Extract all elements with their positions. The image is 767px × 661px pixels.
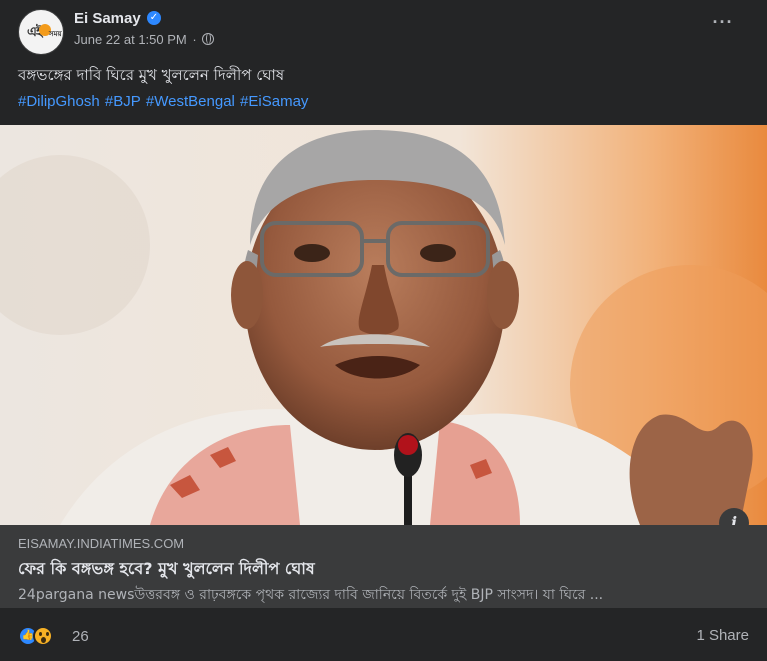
hashtag-link[interactable]: #DilipGhosh (18, 93, 100, 110)
post-header: এই সময় Ei Samay ✓ June 22 at 1:50 PM · … (16, 8, 751, 55)
hashtags: #DilipGhosh #BJP #WestBengal #EiSamay (18, 93, 309, 110)
post-meta: June 22 at 1:50 PM · (74, 32, 215, 47)
verified-badge-icon: ✓ (147, 11, 161, 25)
link-title[interactable]: ফের কি বঙ্গভঙ্গ হবে? মুখ খুললেন দিলীপ ঘো… (18, 556, 315, 583)
facebook-post: এই সময় Ei Samay ✓ June 22 at 1:50 PM · … (0, 0, 767, 661)
more-horizontal-icon[interactable]: ··· (709, 13, 737, 42)
post-text: বঙ্গভঙ্গের দাবি ঘিরে মুখ খুললেন দিলীপ ঘো… (18, 66, 285, 84)
hashtag-link[interactable]: #BJP (105, 93, 141, 110)
globe-icon[interactable] (202, 33, 215, 45)
portrait-illustration (0, 125, 767, 525)
link-preview[interactable]: EISAMAY.INDIATIMES.COM ফের কি বঙ্গভঙ্গ হ… (0, 525, 767, 608)
hashtag-link[interactable]: #WestBengal (146, 93, 235, 110)
post-footer: 👍 26 1 Share (16, 622, 751, 650)
post-image[interactable] (0, 125, 767, 525)
hashtag-link[interactable]: #EiSamay (240, 93, 308, 110)
wow-reaction-icon (33, 626, 53, 646)
share-count[interactable]: 1 Share (696, 627, 749, 644)
avatar-logo-tag: সময় (49, 31, 62, 38)
link-domain: EISAMAY.INDIATIMES.COM (18, 536, 185, 551)
post-timestamp[interactable]: June 22 at 1:50 PM (74, 32, 187, 47)
page-avatar[interactable]: এই সময় (18, 9, 64, 55)
meta-separator: · (192, 32, 197, 47)
reaction-count: 26 (72, 628, 89, 645)
link-description: 24pargana newsউত্তরবঙ্গ ও রাঢ়বঙ্গকে পৃথ… (18, 587, 604, 603)
page-name-link[interactable]: Ei Samay (74, 10, 141, 27)
